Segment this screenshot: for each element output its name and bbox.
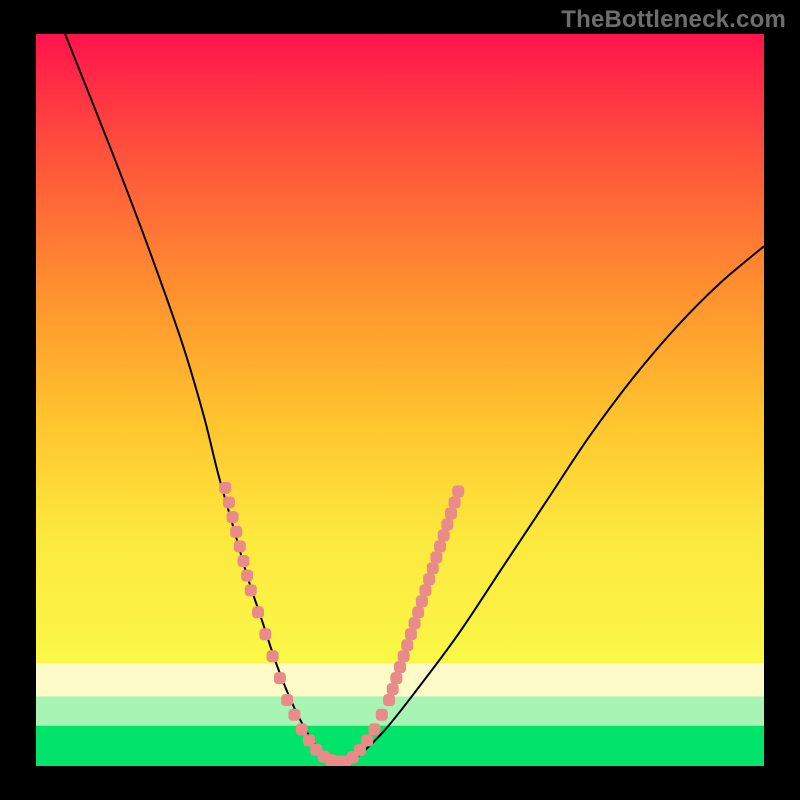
chart-frame: TheBottleneck.com	[0, 0, 800, 800]
watermark-label: TheBottleneck.com	[561, 6, 786, 34]
bottleneck-chart	[36, 34, 764, 766]
